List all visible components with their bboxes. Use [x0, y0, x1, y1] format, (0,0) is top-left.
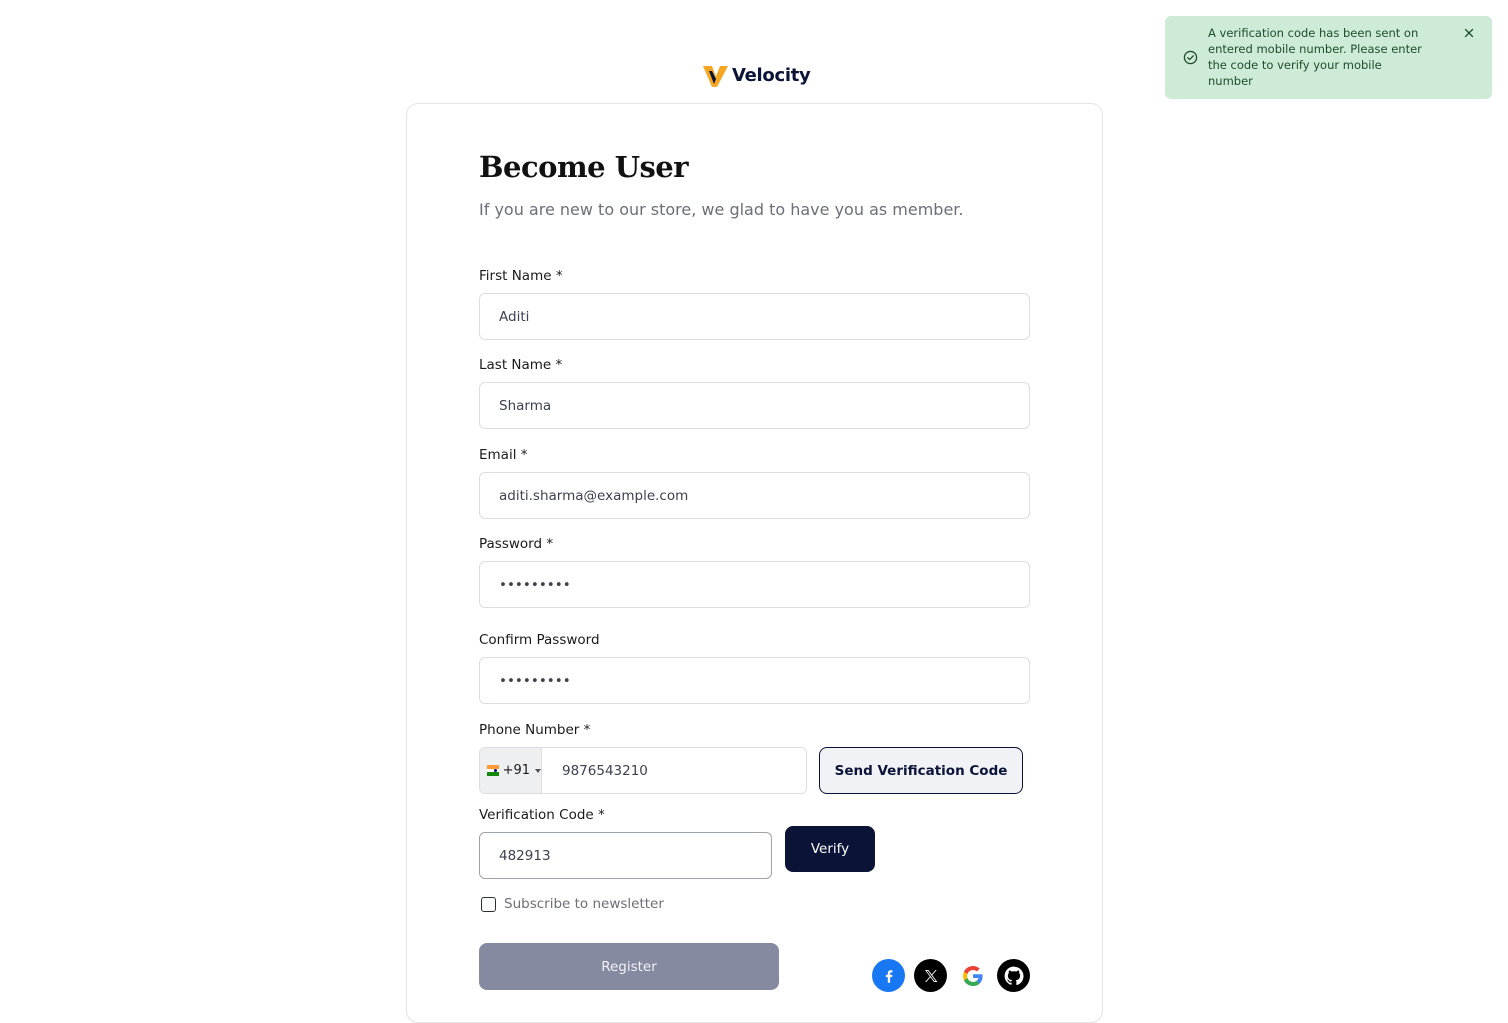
first-name-label: First Name * [479, 268, 563, 284]
newsletter-label: Subscribe to newsletter [504, 896, 664, 912]
first-name-input[interactable] [479, 293, 1030, 340]
password-input[interactable] [479, 561, 1030, 608]
country-code-selector[interactable]: +91 [480, 748, 542, 793]
confirm-password-input[interactable] [479, 657, 1030, 704]
page-subtitle: If you are new to our store, we glad to … [479, 200, 964, 219]
newsletter-option[interactable]: Subscribe to newsletter [481, 896, 664, 912]
toast-notification: A verification code has been sent on ent… [1165, 16, 1492, 99]
last-name-input[interactable] [479, 382, 1030, 429]
brand-name: Velocity [732, 64, 811, 86]
phone-input[interactable] [542, 748, 806, 793]
verification-code-label: Verification Code * [479, 807, 605, 823]
password-label: Password * [479, 536, 554, 552]
verify-button[interactable]: Verify [785, 826, 875, 872]
phone-field: +91 [479, 747, 807, 794]
phone-label: Phone Number * [479, 722, 591, 738]
check-circle-icon [1183, 50, 1198, 69]
facebook-icon[interactable] [872, 959, 905, 992]
close-icon[interactable] [1462, 26, 1476, 40]
newsletter-checkbox[interactable] [481, 896, 496, 912]
email-input[interactable] [479, 472, 1030, 519]
page-title: Become User [479, 150, 689, 184]
email-label: Email * [479, 447, 528, 463]
chevron-down-icon [535, 768, 541, 773]
register-button[interactable]: Register [479, 943, 779, 990]
toast-message: A verification code has been sent on ent… [1208, 26, 1422, 88]
confirm-password-label: Confirm Password [479, 632, 600, 648]
verification-code-input[interactable] [479, 832, 772, 879]
github-icon[interactable] [997, 959, 1030, 992]
dial-code: +91 [502, 763, 530, 778]
send-verification-code-button[interactable]: Send Verification Code [819, 747, 1023, 794]
x-icon[interactable] [914, 959, 947, 992]
google-icon[interactable] [956, 959, 989, 992]
brand-logo[interactable]: Velocity [703, 62, 811, 88]
velocity-logo-icon [703, 63, 728, 87]
last-name-label: Last Name * [479, 357, 563, 373]
india-flag-icon [487, 765, 499, 777]
